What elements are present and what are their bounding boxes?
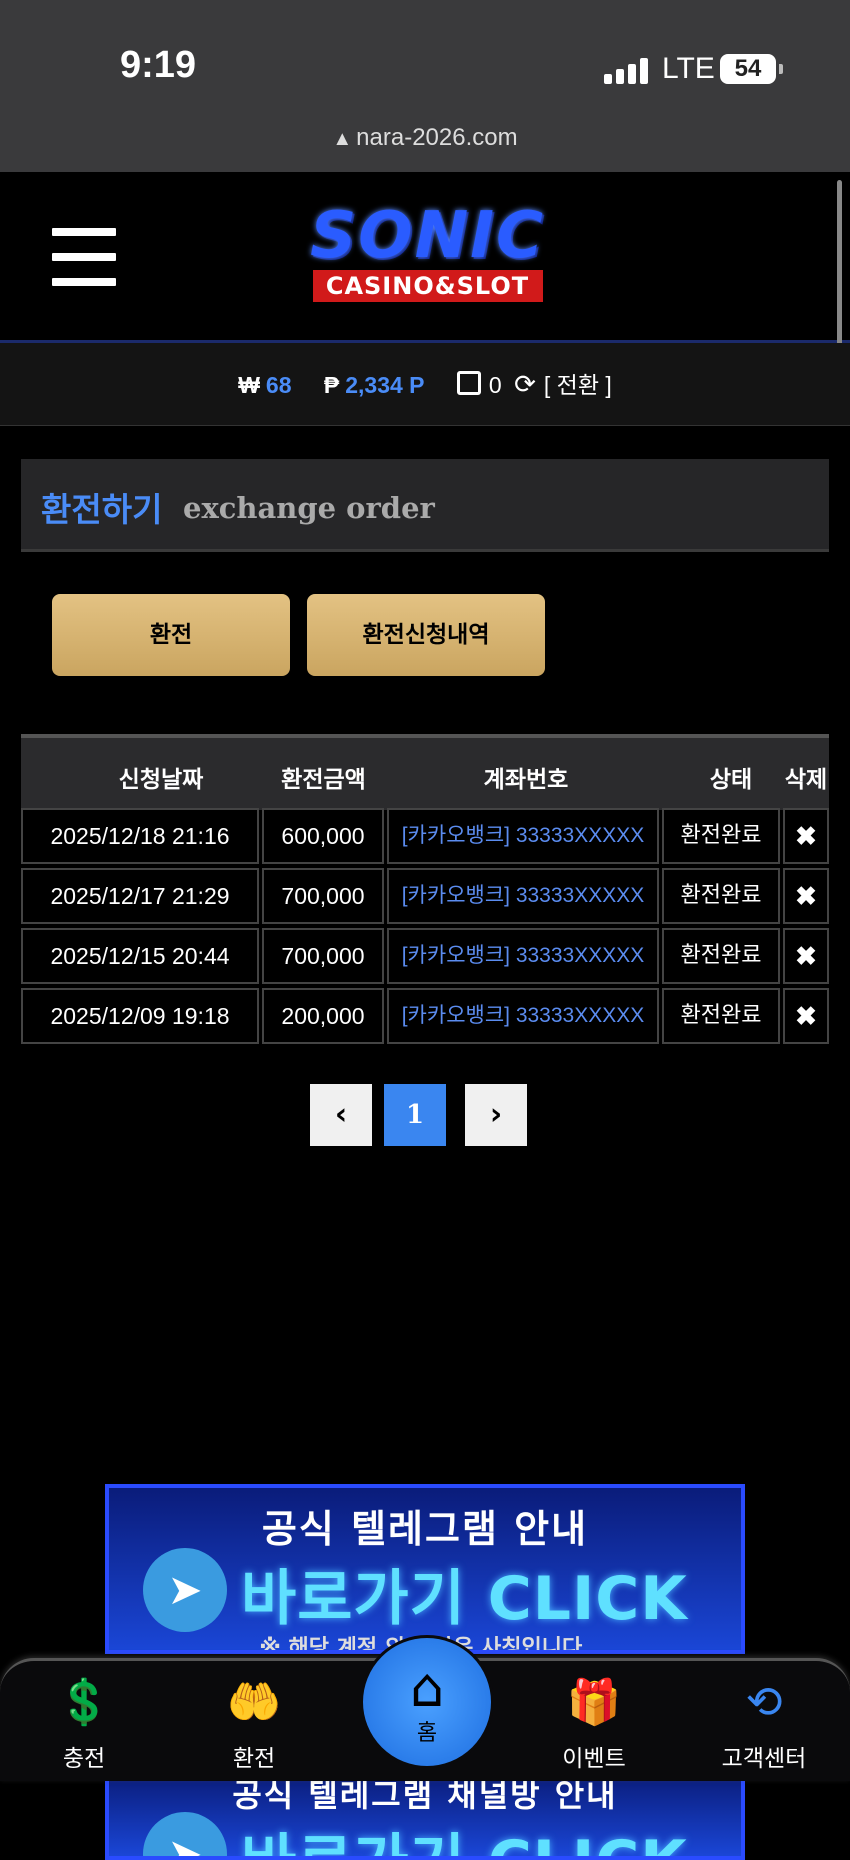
row-status: 환전완료 [662,808,780,864]
exchange-icon: 🤲 [226,1677,282,1728]
ticket-count: 0 [488,372,502,398]
site-header: SONIC CASINO&SLOT [0,172,850,343]
page-current[interactable]: 1 [384,1084,446,1146]
table-row: 2025/12/17 21:29 700,000 [카카오뱅크] 33333XX… [21,868,829,924]
point-balance: 2,334 P [345,372,425,398]
nav-support[interactable]: ⟲ 고객센터 [694,1675,834,1773]
nav-support-label: 고객센터 [721,1746,807,1772]
col-account: 계좌번호 [483,767,569,793]
battery-icon: 54 [720,54,783,84]
nav-exchange[interactable]: 🤲 환전 [184,1675,324,1773]
balance-bar: ₩68 ₱ 2,334 P 0 ⟳ [ 전환 ] [0,343,850,426]
banner2-click-text: 바로가기 CLICK [241,1814,688,1856]
row-date: 2025/12/15 20:44 [21,928,259,984]
nav-home-label: 홈 [416,1721,438,1746]
row-date: 2025/12/18 21:16 [21,808,259,864]
point-icon: ₱ [323,372,340,398]
delete-icon[interactable]: ✖ [783,868,829,924]
nav-charge-label: 충전 [62,1746,106,1772]
row-account: [카카오뱅크] 33333XXXXX [387,928,659,984]
row-amount: 600,000 [262,808,384,864]
telegram-channel-banner[interactable]: 공식 텔레그램 채널방 안내 ➤ 바로가기 CLICK [105,1770,745,1860]
site-logo[interactable]: SONIC CASINO&SLOT [290,204,565,304]
nav-charge[interactable]: 💲 충전 [14,1675,154,1773]
delete-icon[interactable]: ✖ [783,928,829,984]
next-page-icon[interactable]: › [465,1084,527,1146]
col-status: 상태 [709,767,753,793]
row-date: 2025/12/09 19:18 [21,988,259,1044]
menu-icon[interactable] [52,228,116,286]
signal-icon [604,58,648,84]
delete-icon[interactable]: ✖ [783,988,829,1044]
col-amount: 환전금액 [281,767,366,793]
logo-sub: CASINO&SLOT [312,270,543,302]
row-status: 환전완료 [662,988,780,1044]
table-header: 신청날짜 환전금액 계좌번호 상태 삭제 [21,734,829,810]
status-time: 9:19 [120,44,197,86]
warning-icon: ▲ [332,128,353,150]
telegram-icon: ➤ [143,1812,227,1856]
banner-title: 공식 텔레그램 안내 [261,1507,589,1551]
table-row: 2025/12/15 20:44 700,000 [카카오뱅크] 33333XX… [21,928,829,984]
table-row: 2025/12/18 21:16 600,000 [카카오뱅크] 33333XX… [21,808,829,864]
table-row: 2025/12/09 19:18 200,000 [카카오뱅크] 33333XX… [21,988,829,1044]
row-account: [카카오뱅크] 33333XXXXX [387,808,659,864]
ticket-icon [456,371,481,395]
row-amount: 700,000 [262,868,384,924]
col-delete: 삭제 [784,767,828,793]
gift-icon: 🎁 [566,1677,622,1728]
row-status: 환전완료 [662,868,780,924]
network-label: LTE [662,52,715,85]
page-title-bar: 환전하기 exchange order [21,459,829,552]
nav-home[interactable]: ⌂ 홈 [360,1635,494,1769]
charge-icon: 💲 [56,1677,112,1728]
refresh-icon[interactable]: ⟳ [514,369,536,399]
nav-exchange-label: 환전 [232,1746,276,1772]
exchange-history-button[interactable]: 환전신청내역 [307,594,545,676]
exchange-button[interactable]: 환전 [52,594,290,676]
row-account: [카카오뱅크] 33333XXXXX [387,868,659,924]
row-status: 환전완료 [662,928,780,984]
page-title: 환전하기 [41,490,163,529]
won-balance: 68 [265,372,292,398]
home-icon: ⌂ [409,1656,445,1719]
status-bar: 9:19 LTE 54 ▲ nara-2026.com [0,0,850,172]
row-amount: 700,000 [262,928,384,984]
col-date: 신청날짜 [118,767,204,793]
url-bar[interactable]: ▲ nara-2026.com [0,124,850,152]
telegram-icon: ➤ [143,1548,227,1632]
prev-page-icon[interactable]: ‹ [310,1084,372,1146]
delete-icon[interactable]: ✖ [783,808,829,864]
bottom-nav: 💲 충전 🤲 환전 ⌂ 홈 🎁 이벤트 ⟲ 고객센터 [0,1635,850,1781]
banner-click-text: 바로가기 CLICK [241,1564,688,1634]
logo-main: SONIC [310,199,545,273]
row-account: [카카오뱅크] 33333XXXXX [387,988,659,1044]
nav-event[interactable]: 🎁 이벤트 [524,1675,664,1773]
url-text: nara-2026.com [356,124,518,151]
convert-link[interactable]: [ 전환 ] [544,372,612,398]
row-amount: 200,000 [262,988,384,1044]
row-date: 2025/12/17 21:29 [21,868,259,924]
battery-level: 54 [734,55,762,82]
won-icon: ₩ [238,372,260,398]
page-subtitle: exchange order [183,491,435,525]
support-24-icon: ⟲ [745,1677,783,1728]
nav-event-label: 이벤트 [562,1746,626,1772]
telegram-banner[interactable]: 공식 텔레그램 안내 ➤ 바로가기 CLICK ※ 해당 계정 외 연락은 사칭… [105,1484,745,1654]
